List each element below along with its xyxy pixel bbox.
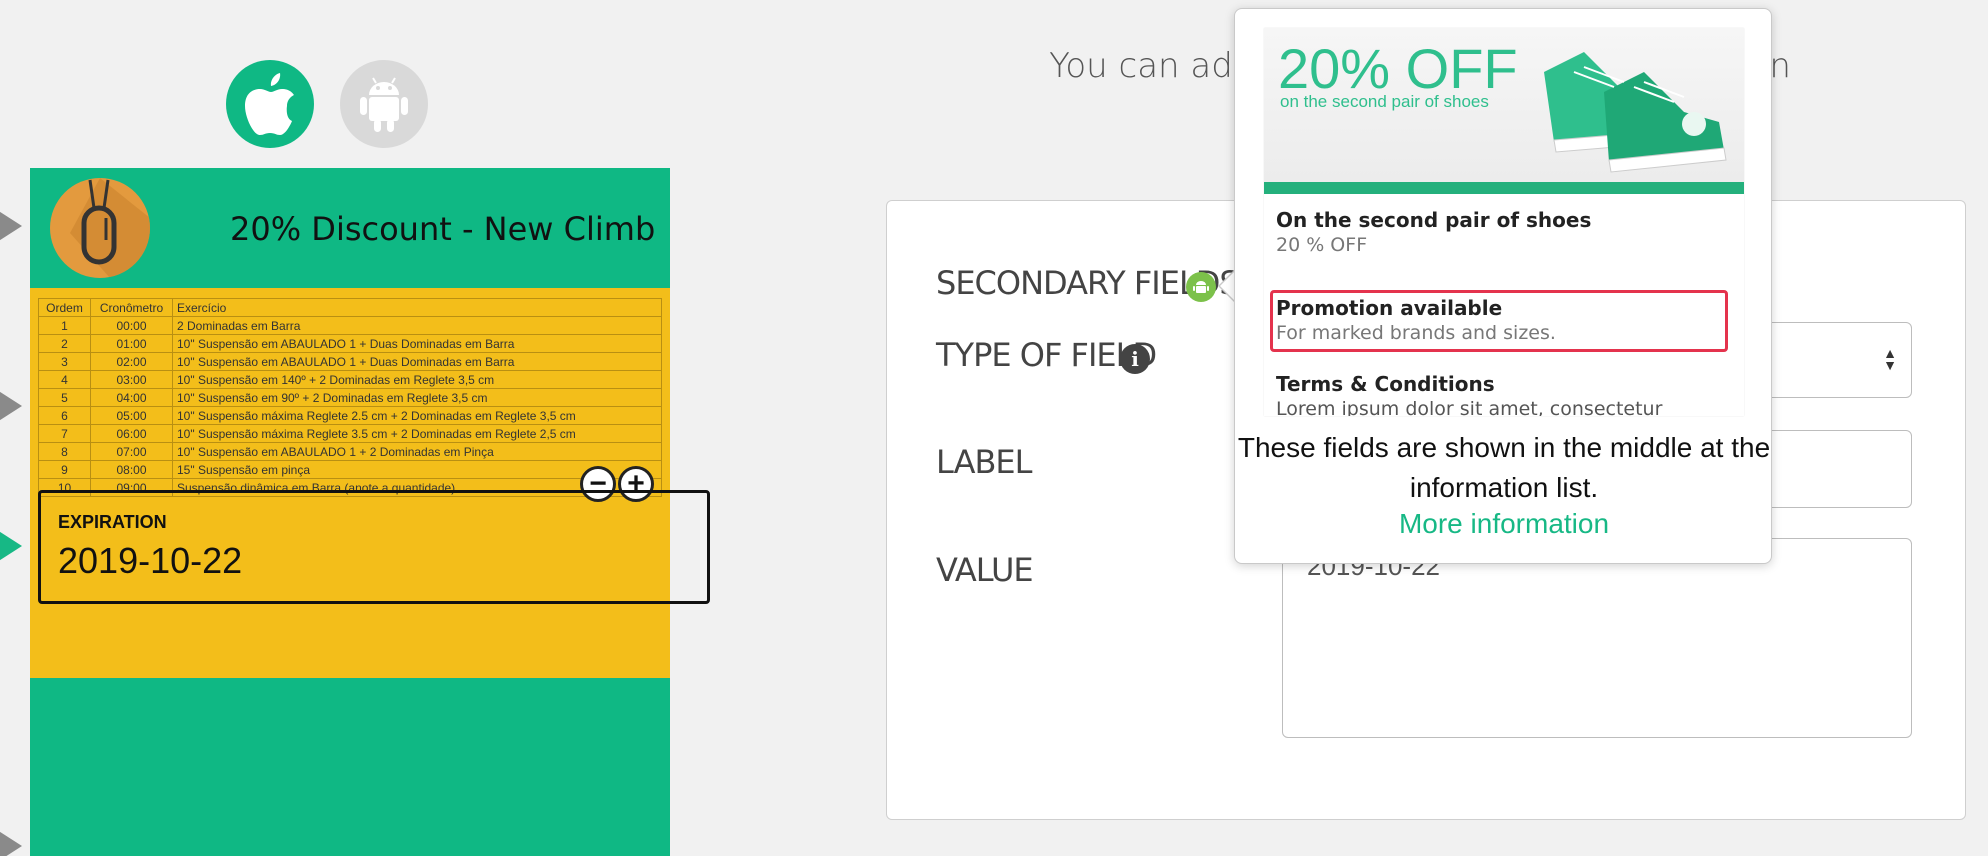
schedule-cell: 3 [38, 352, 91, 371]
apple-icon [245, 73, 294, 135]
schedule-header-row: Ordem Cronômetro Exercício [38, 298, 662, 317]
android-small-icon [1193, 281, 1209, 293]
schedule-cell: 01:00 [90, 334, 173, 353]
schedule-cell: 06:00 [90, 424, 173, 443]
value-label: VALUE [936, 551, 1034, 589]
schedule-cell: 1 [38, 316, 91, 335]
strip-image[interactable]: Ordem Cronômetro Exercício 1 00:00 2 Dominada… [30, 288, 670, 678]
schedule-row: 4 03:00 10" Suspensão em 140º + 2 Dominada… [38, 370, 662, 389]
preview-field2-value: For marked brands and sizes. [1276, 322, 1556, 344]
schedule-cell: 6 [38, 406, 91, 425]
header-pointer-arrow [0, 208, 22, 244]
schedule-cell: 5 [38, 388, 91, 407]
selected-field-highlight[interactable] [38, 490, 710, 604]
schedule-row: 5 04:00 10" Suspensão em 90º + 2 Dominadas… [38, 388, 662, 407]
schedule-cell: 00:00 [90, 316, 173, 335]
schedule-cell: 10" Suspensão em 90º + 2 Dominadas em Re… [172, 388, 662, 407]
schedule-cell: 10" Suspensão máxima Reglete 3.5 cm + 2 … [172, 424, 662, 443]
schedule-row: 7 06:00 10" Suspensão máxima Reglete 3.5 c… [38, 424, 662, 443]
schedule-row: 2 01:00 10" Suspensão em ABAULADO 1 + Duas… [38, 334, 662, 353]
schedule-cell: 2 [38, 334, 91, 353]
schedule-cell: 9 [38, 460, 91, 479]
preview-field2-title: Promotion available [1276, 296, 1503, 320]
schedule-row: 8 07:00 10" Suspensão em ABAULADO 1 + 2 Do… [38, 442, 662, 461]
more-information-link[interactable]: More information [1236, 508, 1772, 540]
pass-example-image: 20% OFF on the second pair of shoes On t… [1264, 28, 1744, 416]
schedule-row: 6 05:00 10" Suspensão máxima Reglete 2.5 c… [38, 406, 662, 425]
preview-field3-title: Terms & Conditions [1276, 372, 1495, 396]
schedule-row: 3 02:00 10" Suspensão em ABAULADO 1 + Duas… [38, 352, 662, 371]
schedule-header-cell: Ordem [38, 298, 91, 317]
schedule-cell: 02:00 [90, 352, 173, 371]
preview-green-bar [1264, 182, 1744, 194]
popover-description: These fields are shown in the middle at … [1237, 432, 1771, 503]
schedule-row: 1 00:00 2 Dominadas em Barra [38, 316, 662, 335]
android-badge-icon[interactable] [1186, 272, 1216, 302]
value-textarea[interactable]: 2019-10-22 [1282, 538, 1912, 738]
schedule-cell: 4 [38, 370, 91, 389]
schedule-cell: 04:00 [90, 388, 173, 407]
sneakers-icon [1544, 52, 1727, 173]
schedule-cell: 10" Suspensão em ABAULADO 1 + 2 Dominada… [172, 442, 662, 461]
secondary-field-pointer-arrow [0, 528, 22, 564]
android-icon [360, 77, 408, 132]
schedule-cell: 10" Suspensão em ABAULADO 1 + Duas Domin… [172, 352, 662, 371]
ios-platform-button[interactable] [226, 60, 314, 148]
back-pointer-arrow [0, 828, 22, 856]
schedule-cell: 2 Dominadas em Barra [172, 316, 662, 335]
schedule-cell: 10" Suspensão máxima Reglete 2.5 cm + 2 … [172, 406, 662, 425]
schedule-header-cell: Exercício [172, 298, 662, 317]
pass-logo[interactable] [50, 178, 150, 278]
preview-field1-title: On the second pair of shoes [1276, 208, 1592, 232]
android-platform-button[interactable] [340, 60, 428, 148]
schedule-cell: 8 [38, 442, 91, 461]
schedule-cell: 03:00 [90, 370, 173, 389]
promo-subline: on the second pair of shoes [1280, 92, 1489, 111]
pass-header[interactable]: 20% Discount - New Climb [30, 168, 670, 288]
schedule-cell: 08:00 [90, 460, 173, 479]
schedule-cell: 7 [38, 424, 91, 443]
preview-field1-value: 20 % OFF [1276, 234, 1368, 256]
carabiner-icon [70, 178, 150, 278]
select-arrows-icon: ▲ ▼ [1883, 345, 1897, 373]
info-icon[interactable]: i [1120, 344, 1150, 374]
preview-field3-value: Lorem ipsum dolor sit amet, consectetur [1276, 398, 1663, 416]
schedule-row: 9 08:00 15" Suspensão em pinça [38, 460, 662, 479]
schedule-cell: 05:00 [90, 406, 173, 425]
strip-pointer-arrow [0, 388, 22, 424]
schedule-table: Ordem Cronômetro Exercício 1 00:00 2 Dominada… [38, 298, 662, 497]
schedule-cell: 10" Suspensão em 140º + 2 Dominadas em R… [172, 370, 662, 389]
app-root: 20% Discount - New Climb Ordem Cronômetro… [0, 0, 1988, 856]
pass-title[interactable]: 20% Discount - New Climb [230, 210, 655, 248]
schedule-header-cell: Cronômetro [90, 298, 173, 317]
label-label: LABEL [936, 443, 1032, 481]
schedule-cell: 07:00 [90, 442, 173, 461]
schedule-cell: 10" Suspensão em ABAULADO 1 + Duas Domin… [172, 334, 662, 353]
promo-banner: 20% OFF on the second pair of shoes [1264, 28, 1744, 182]
